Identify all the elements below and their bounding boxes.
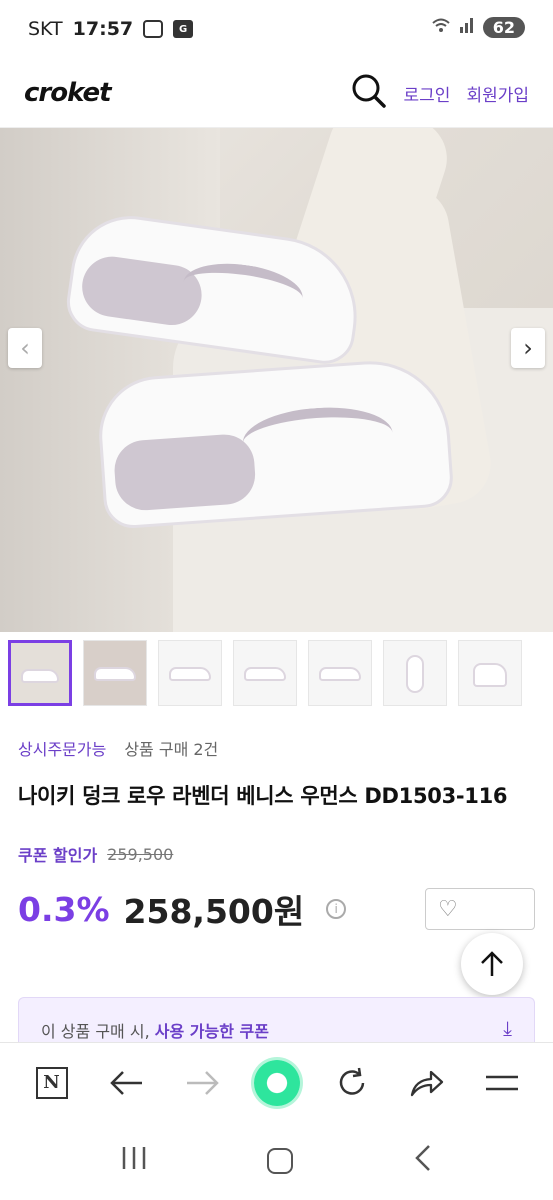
product-image-gallery[interactable]: ‹ › <box>0 128 553 632</box>
carrier: SKT <box>28 18 63 40</box>
menu-icon[interactable] <box>478 1059 526 1107</box>
logo[interactable]: croket <box>24 78 112 108</box>
coupon-banner-prefix: 이 상품 구매 시, <box>41 1022 150 1041</box>
refresh-icon[interactable] <box>328 1059 376 1107</box>
purchase-count: 상품 구매 2건 <box>124 740 219 759</box>
coupon-banner-highlight: 사용 가능한 쿠폰 <box>154 1022 269 1041</box>
chevron-right-icon[interactable]: › <box>511 328 545 368</box>
product-title: 나이키 덩크 로우 라벤더 베니스 우먼스 DD1503-116 <box>18 784 508 808</box>
image-shoe <box>95 355 455 531</box>
heart-icon: ♡ <box>438 896 458 922</box>
n-icon[interactable]: N <box>28 1059 76 1107</box>
product-info: 상시주문가능 상품 구매 2건 나이키 덩크 로우 라벤더 베니스 우먼스 DD… <box>0 736 553 934</box>
notification-icon: G <box>173 20 194 38</box>
arrow-up-icon[interactable] <box>461 933 523 995</box>
green-dot-icon[interactable] <box>253 1059 301 1107</box>
search-icon[interactable] <box>350 72 388 114</box>
back-arrow-icon[interactable] <box>103 1059 151 1107</box>
info-icon[interactable]: i <box>326 899 347 919</box>
thumbnail[interactable] <box>458 640 522 706</box>
share-icon[interactable] <box>403 1059 451 1107</box>
coupon-price-label: 쿠폰 할인가 <box>18 846 98 865</box>
original-price: 259,500 <box>107 844 174 864</box>
screenshot-icon <box>143 20 164 38</box>
coupon-banner[interactable]: 이 상품 구매 시, 사용 가능한 쿠폰 ⤓ <box>18 997 535 1042</box>
login-link[interactable]: 로그인 <box>404 81 451 106</box>
signup-link[interactable]: 회원가입 <box>466 81 529 106</box>
forward-arrow-icon[interactable] <box>178 1059 226 1107</box>
home-icon[interactable] <box>267 1148 294 1174</box>
system-navigation-bar <box>0 1122 553 1200</box>
availability-label: 상시주문가능 <box>18 740 107 759</box>
thumbnail[interactable] <box>8 640 72 706</box>
thumbnail[interactable] <box>308 640 372 706</box>
thumbnail[interactable] <box>158 640 222 706</box>
thumbnail-strip <box>0 632 553 714</box>
status-bar: SKT 17:57 G 62 <box>0 0 553 58</box>
download-icon[interactable]: ⤓ <box>503 1016 512 1040</box>
battery-badge: 62 <box>482 16 525 38</box>
thumbnail[interactable] <box>83 640 147 706</box>
clock: 17:57 <box>72 18 134 40</box>
site-header: croket 로그인 회원가입 <box>0 58 553 128</box>
discount-rate: 0.3% <box>18 889 110 929</box>
signal-icon <box>459 16 475 38</box>
chevron-left-icon[interactable]: ‹ <box>8 328 42 368</box>
browser-toolbar: N <box>0 1042 553 1122</box>
recent-apps-icon[interactable] <box>120 1145 148 1178</box>
back-icon[interactable] <box>413 1144 433 1179</box>
wishlist-button[interactable]: ♡ <box>425 888 535 930</box>
sale-price: 258,500원 <box>123 892 305 931</box>
thumbnail[interactable] <box>233 640 297 706</box>
wifi-icon <box>431 16 451 38</box>
thumbnail[interactable] <box>383 640 447 706</box>
